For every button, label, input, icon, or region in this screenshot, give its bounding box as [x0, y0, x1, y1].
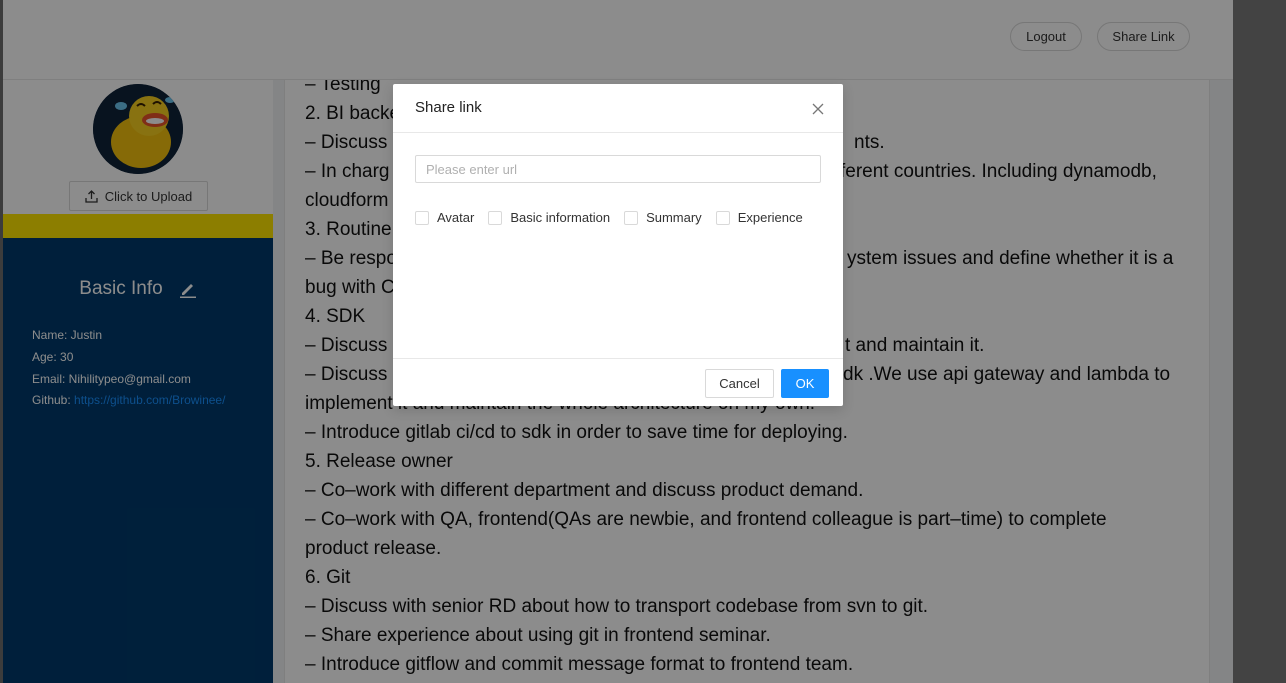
option-label: Basic information — [510, 210, 611, 225]
share-link-modal: Share link Avatar Basic information Summ… — [393, 84, 843, 406]
option-basic-information[interactable]: Basic information — [488, 210, 610, 225]
close-icon — [812, 103, 824, 115]
cancel-button[interactable]: Cancel — [705, 369, 774, 398]
option-summary[interactable]: Summary — [624, 210, 702, 225]
option-label: Summary — [646, 210, 702, 225]
modal-title: Share link — [415, 99, 482, 116]
option-avatar[interactable]: Avatar — [415, 210, 474, 225]
option-experience[interactable]: Experience — [715, 210, 803, 225]
checkbox[interactable] — [415, 210, 429, 225]
modal-header: Share link — [393, 84, 843, 133]
modal-close-button[interactable] — [808, 99, 828, 119]
ok-button[interactable]: OK — [781, 369, 829, 398]
checkbox[interactable] — [715, 210, 730, 225]
option-label: Experience — [737, 210, 803, 225]
option-label: Avatar — [437, 210, 475, 225]
checkbox[interactable] — [488, 210, 503, 225]
checkbox[interactable] — [624, 210, 639, 225]
modal-footer: Cancel OK — [393, 358, 843, 406]
share-options: Avatar Basic information Summary Experie… — [415, 210, 817, 225]
url-input[interactable] — [415, 155, 821, 183]
